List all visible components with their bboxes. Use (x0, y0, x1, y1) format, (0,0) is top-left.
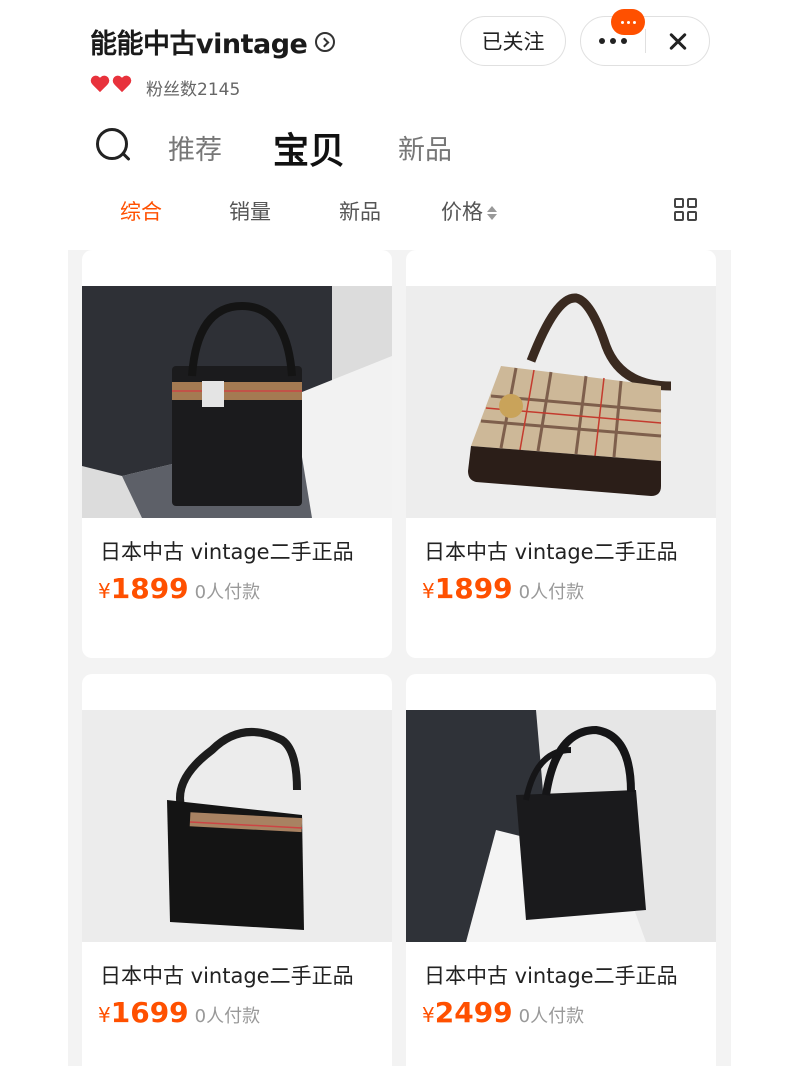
price-row: ¥ 2499 0人付款 (422, 996, 584, 1029)
sort-comprehensive[interactable]: 综合 (120, 196, 162, 226)
product-price: 2499 (434, 996, 513, 1029)
more-button[interactable] (581, 9, 645, 65)
heart-icon (112, 74, 132, 94)
sort-price[interactable]: 价格 (441, 196, 497, 226)
sort-new[interactable]: 新品 (339, 196, 381, 226)
product-card[interactable]: 日本中古 vintage二手正品 ¥ 1699 0人付款 (82, 674, 392, 1066)
paid-count: 0人付款 (518, 1006, 585, 1027)
product-price: 1699 (110, 996, 189, 1029)
product-price: 1899 (110, 572, 189, 605)
black-tote-with-dustbag-icon[interactable] (406, 710, 716, 942)
price-row: ¥ 1899 0人付款 (422, 572, 584, 605)
shop-name[interactable]: 能能中古vintage (90, 22, 336, 61)
capsule-menu (580, 9, 710, 66)
currency-symbol: ¥ (422, 1003, 435, 1027)
sort-arrows-icon (487, 205, 497, 221)
plaid-shoulder-bag-icon[interactable] (406, 286, 716, 518)
product-title: 日本中古 vintage二手正品 (100, 964, 354, 988)
tab-recommend[interactable]: 推荐 (168, 128, 222, 167)
black-flap-bag-icon[interactable] (82, 710, 392, 942)
paid-count: 0人付款 (194, 582, 261, 603)
product-title: 日本中古 vintage二手正品 (100, 540, 354, 564)
paid-count: 0人付款 (194, 1006, 261, 1027)
tab-new[interactable]: 新品 (398, 128, 452, 167)
paid-count: 0人付款 (518, 582, 585, 603)
product-price: 1899 (434, 572, 513, 605)
currency-symbol: ¥ (98, 1003, 111, 1027)
tab-items[interactable]: 宝贝 (273, 122, 345, 174)
product-title: 日本中古 vintage二手正品 (424, 540, 678, 564)
product-card[interactable]: 日本中古 vintage二手正品 ¥ 2499 0人付款 (406, 674, 716, 1066)
shop-header: 能能中古vintage 粉丝数2145 已关注 推荐 宝贝 新品 综合 销量 新… (68, 0, 731, 250)
more-dots-icon (599, 38, 627, 44)
currency-symbol: ¥ (422, 579, 435, 603)
shop-page: 能能中古vintage 粉丝数2145 已关注 推荐 宝贝 新品 综合 销量 新… (68, 0, 731, 1066)
fans-count: 粉丝数2145 (146, 80, 241, 100)
message-badge (611, 9, 645, 35)
product-card[interactable]: 日本中古 vintage二手正品 ¥ 1899 0人付款 (406, 250, 716, 658)
chevron-right-icon[interactable] (315, 31, 336, 52)
search-icon[interactable] (96, 128, 132, 164)
shop-name-text: 能能中古vintage (90, 29, 308, 60)
black-tote-in-box-icon[interactable] (82, 286, 392, 518)
grid-view-icon[interactable] (674, 198, 698, 222)
sort-sales[interactable]: 销量 (229, 196, 271, 226)
follow-button[interactable]: 已关注 (460, 16, 566, 66)
heart-icon (90, 74, 110, 94)
price-row: ¥ 1699 0人付款 (98, 996, 260, 1029)
sort-price-label: 价格 (441, 200, 483, 224)
close-icon[interactable] (646, 17, 709, 65)
product-title: 日本中古 vintage二手正品 (424, 964, 678, 988)
shop-rating (90, 74, 132, 94)
price-row: ¥ 1899 0人付款 (98, 572, 260, 605)
product-card[interactable]: 日本中古 vintage二手正品 ¥ 1899 0人付款 (82, 250, 392, 658)
currency-symbol: ¥ (98, 579, 111, 603)
